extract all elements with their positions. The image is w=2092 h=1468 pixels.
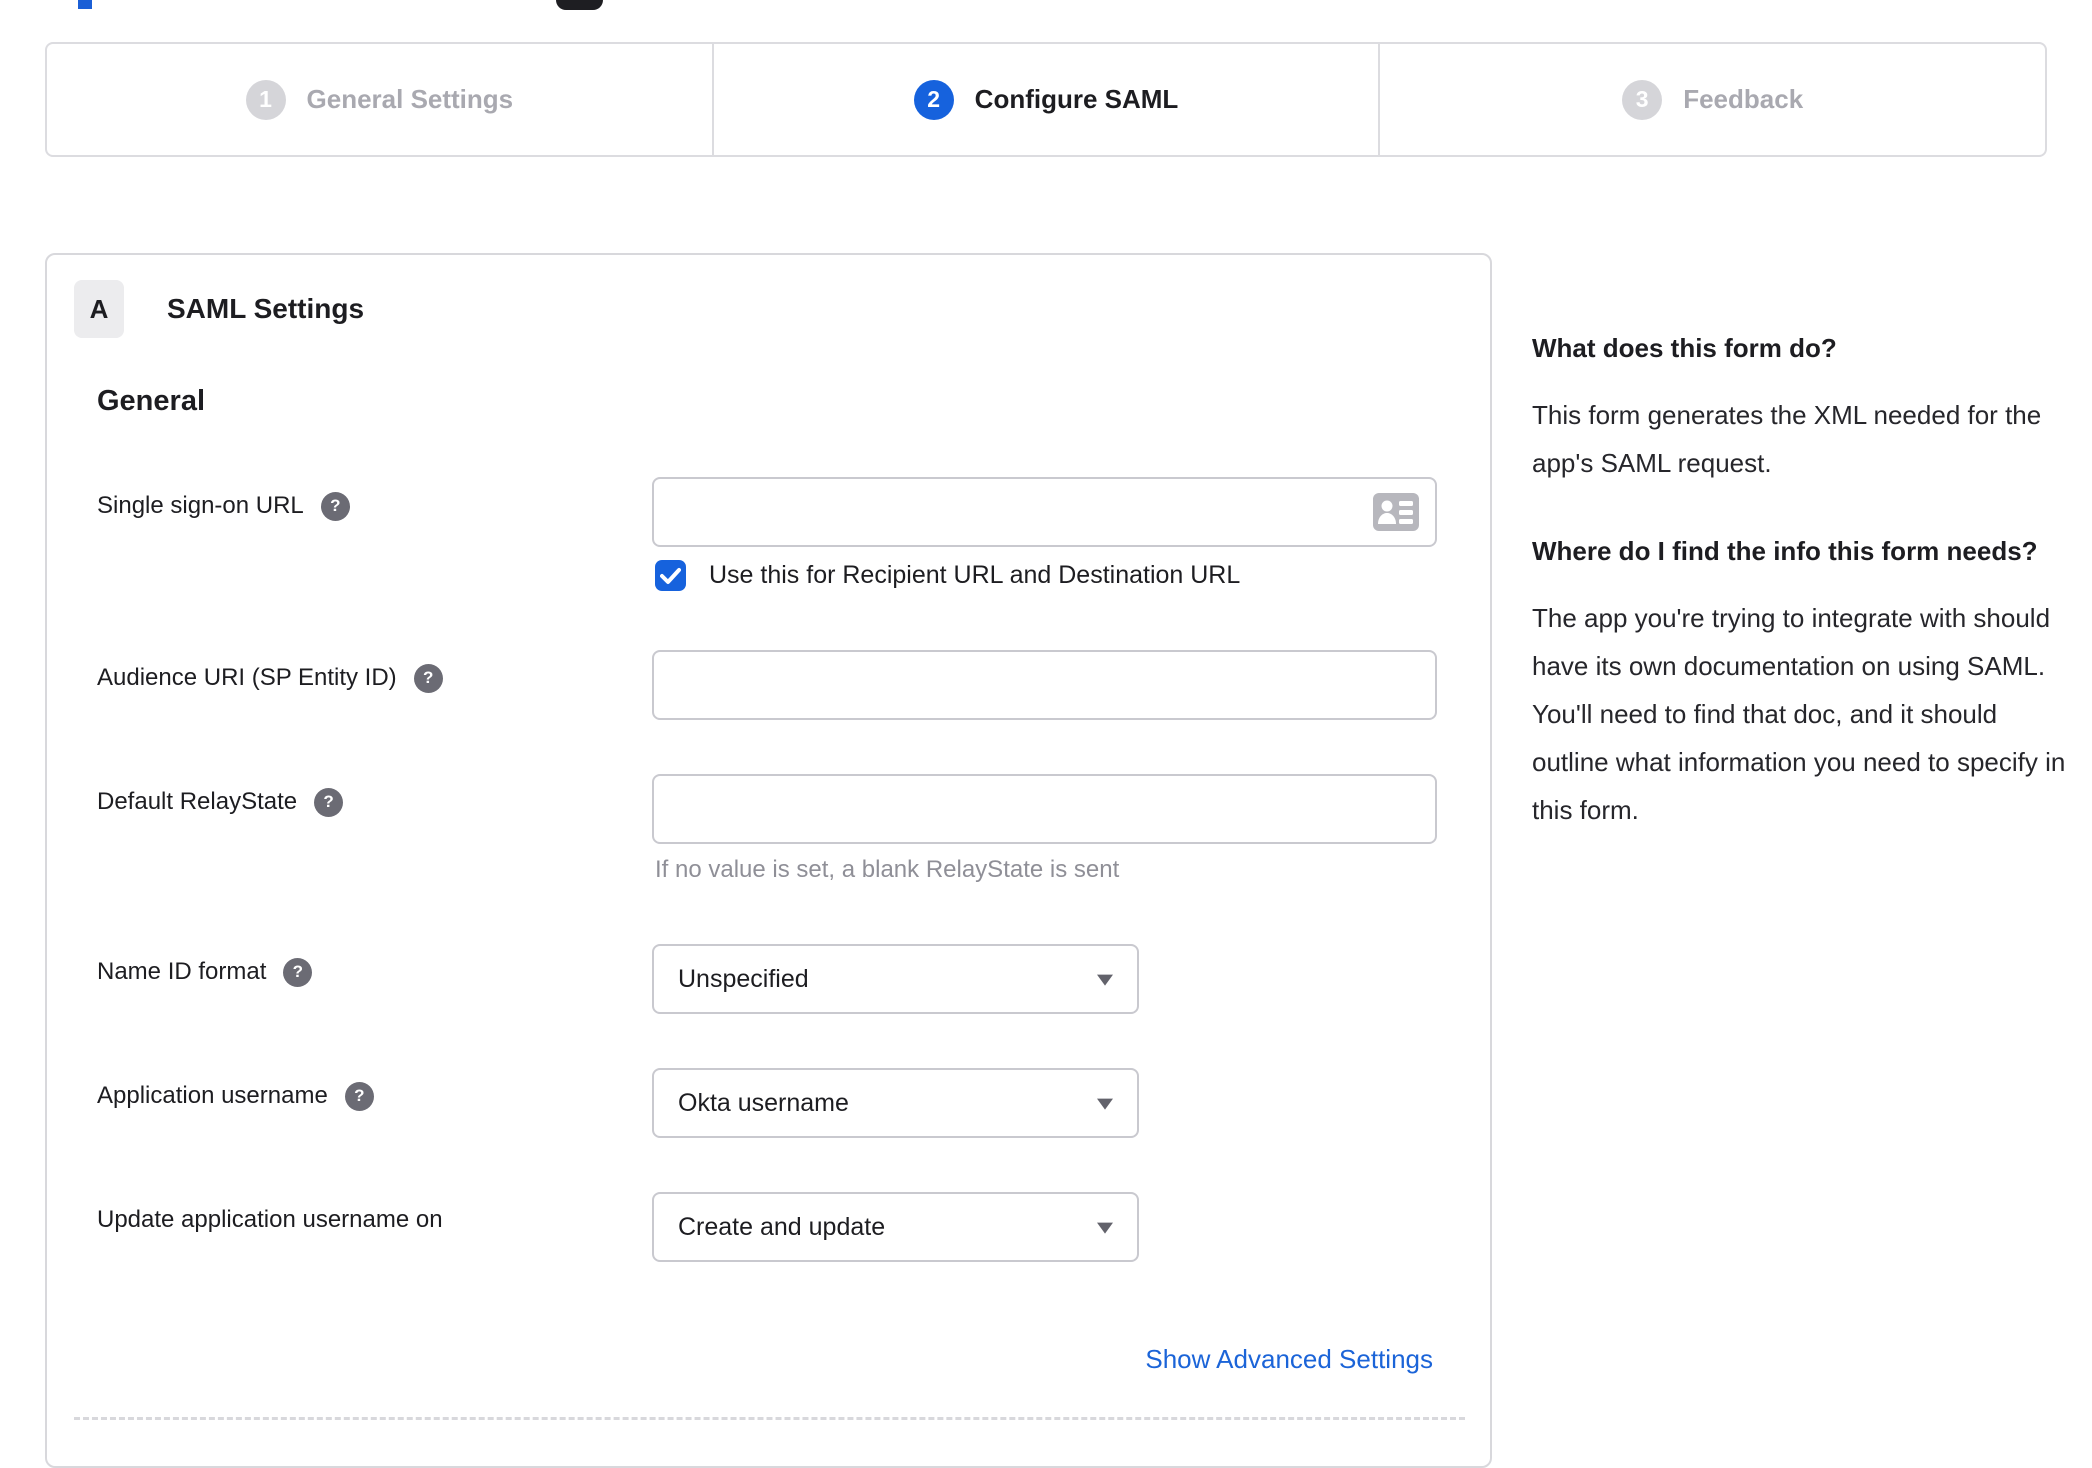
application-username-selected-value: Okta username	[678, 1088, 849, 1117]
step-1-number-badge: 1	[245, 79, 286, 120]
step-3-number-badge: 3	[1622, 79, 1663, 120]
audience-uri-field-wrap	[652, 650, 1437, 720]
name-id-format-label: Name ID format ?	[97, 957, 313, 987]
recipient-url-checkbox-row[interactable]: Use this for Recipient URL and Destinati…	[655, 560, 1240, 591]
single-sign-on-url-label-text: Single sign-on URL	[97, 492, 304, 519]
step-3-label: Feedback	[1683, 84, 1804, 114]
help-sidebar: What does this form do? This form genera…	[1532, 330, 2072, 834]
help-icon[interactable]: ?	[320, 491, 350, 521]
help-answer-2: The app you're trying to integrate with …	[1532, 603, 2066, 825]
dashed-section-divider	[74, 1417, 1465, 1420]
help-answer-1: This form generates the XML needed for t…	[1532, 400, 2042, 478]
help-icon[interactable]: ?	[344, 1081, 374, 1111]
update-application-username-label: Update application username on	[97, 1205, 443, 1235]
top-edge-fragment-blue	[78, 0, 92, 9]
panel-title: SAML Settings	[167, 293, 365, 324]
default-relaystate-label-text: Default RelayState	[97, 788, 298, 815]
contact-card-icon	[1373, 493, 1419, 531]
caret-down-icon	[1097, 1222, 1113, 1234]
top-edge-title-descender	[556, 0, 603, 10]
default-relaystate-field-wrap	[652, 774, 1437, 844]
step-1-label: General Settings	[306, 84, 514, 114]
default-relaystate-label: Default RelayState ?	[97, 787, 344, 817]
help-icon[interactable]: ?	[283, 957, 313, 987]
name-id-format-label-text: Name ID format	[97, 958, 267, 985]
recipient-url-checkbox-label: Use this for Recipient URL and Destinati…	[709, 561, 1241, 589]
caret-down-icon	[1097, 1098, 1113, 1110]
wizard-stepper: 1 General Settings 2 Configure SAML 3 Fe…	[45, 42, 2047, 157]
application-username-select[interactable]: Okta username	[652, 1068, 1139, 1138]
update-application-username-label-text: Update application username on	[97, 1206, 443, 1233]
update-application-username-selected-value: Create and update	[678, 1212, 886, 1241]
application-username-label-text: Application username	[97, 1082, 328, 1109]
relaystate-hint-text: If no value is set, a blank RelayState i…	[655, 856, 1120, 883]
name-id-format-select[interactable]: Unspecified	[652, 944, 1139, 1014]
audience-uri-label: Audience URI (SP Entity ID) ?	[97, 663, 443, 693]
help-icon[interactable]: ?	[413, 663, 443, 693]
audience-uri-label-text: Audience URI (SP Entity ID)	[97, 664, 397, 691]
help-icon[interactable]: ?	[314, 787, 344, 817]
audience-uri-input[interactable]	[652, 650, 1437, 720]
saml-settings-panel: A SAML Settings General Single sign-on U…	[45, 253, 1492, 1468]
single-sign-on-url-field-wrap	[652, 477, 1437, 547]
section-a-badge: A	[74, 280, 124, 338]
step-configure-saml[interactable]: 2 Configure SAML	[711, 44, 1379, 155]
update-application-username-select[interactable]: Create and update	[652, 1192, 1139, 1262]
single-sign-on-url-label: Single sign-on URL ?	[97, 491, 350, 521]
group-title-general: General	[97, 385, 205, 417]
show-advanced-settings-link[interactable]: Show Advanced Settings	[1145, 1344, 1433, 1375]
panel-header: A SAML Settings	[74, 280, 364, 338]
help-question-1: What does this form do?	[1532, 333, 1837, 363]
step-general-settings[interactable]: 1 General Settings	[47, 44, 712, 155]
help-question-2: Where do I find the info this form needs…	[1532, 536, 2038, 566]
name-id-format-selected-value: Unspecified	[678, 964, 809, 993]
step-2-label: Configure SAML	[974, 84, 1179, 114]
checkbox-checked-icon[interactable]	[655, 560, 686, 591]
caret-down-icon	[1097, 974, 1113, 986]
default-relaystate-input[interactable]	[652, 774, 1437, 844]
single-sign-on-url-input[interactable]	[652, 477, 1437, 547]
step-2-number-badge: 2	[913, 79, 954, 120]
step-feedback[interactable]: 3 Feedback	[1378, 44, 2045, 155]
application-username-label: Application username ?	[97, 1081, 374, 1111]
